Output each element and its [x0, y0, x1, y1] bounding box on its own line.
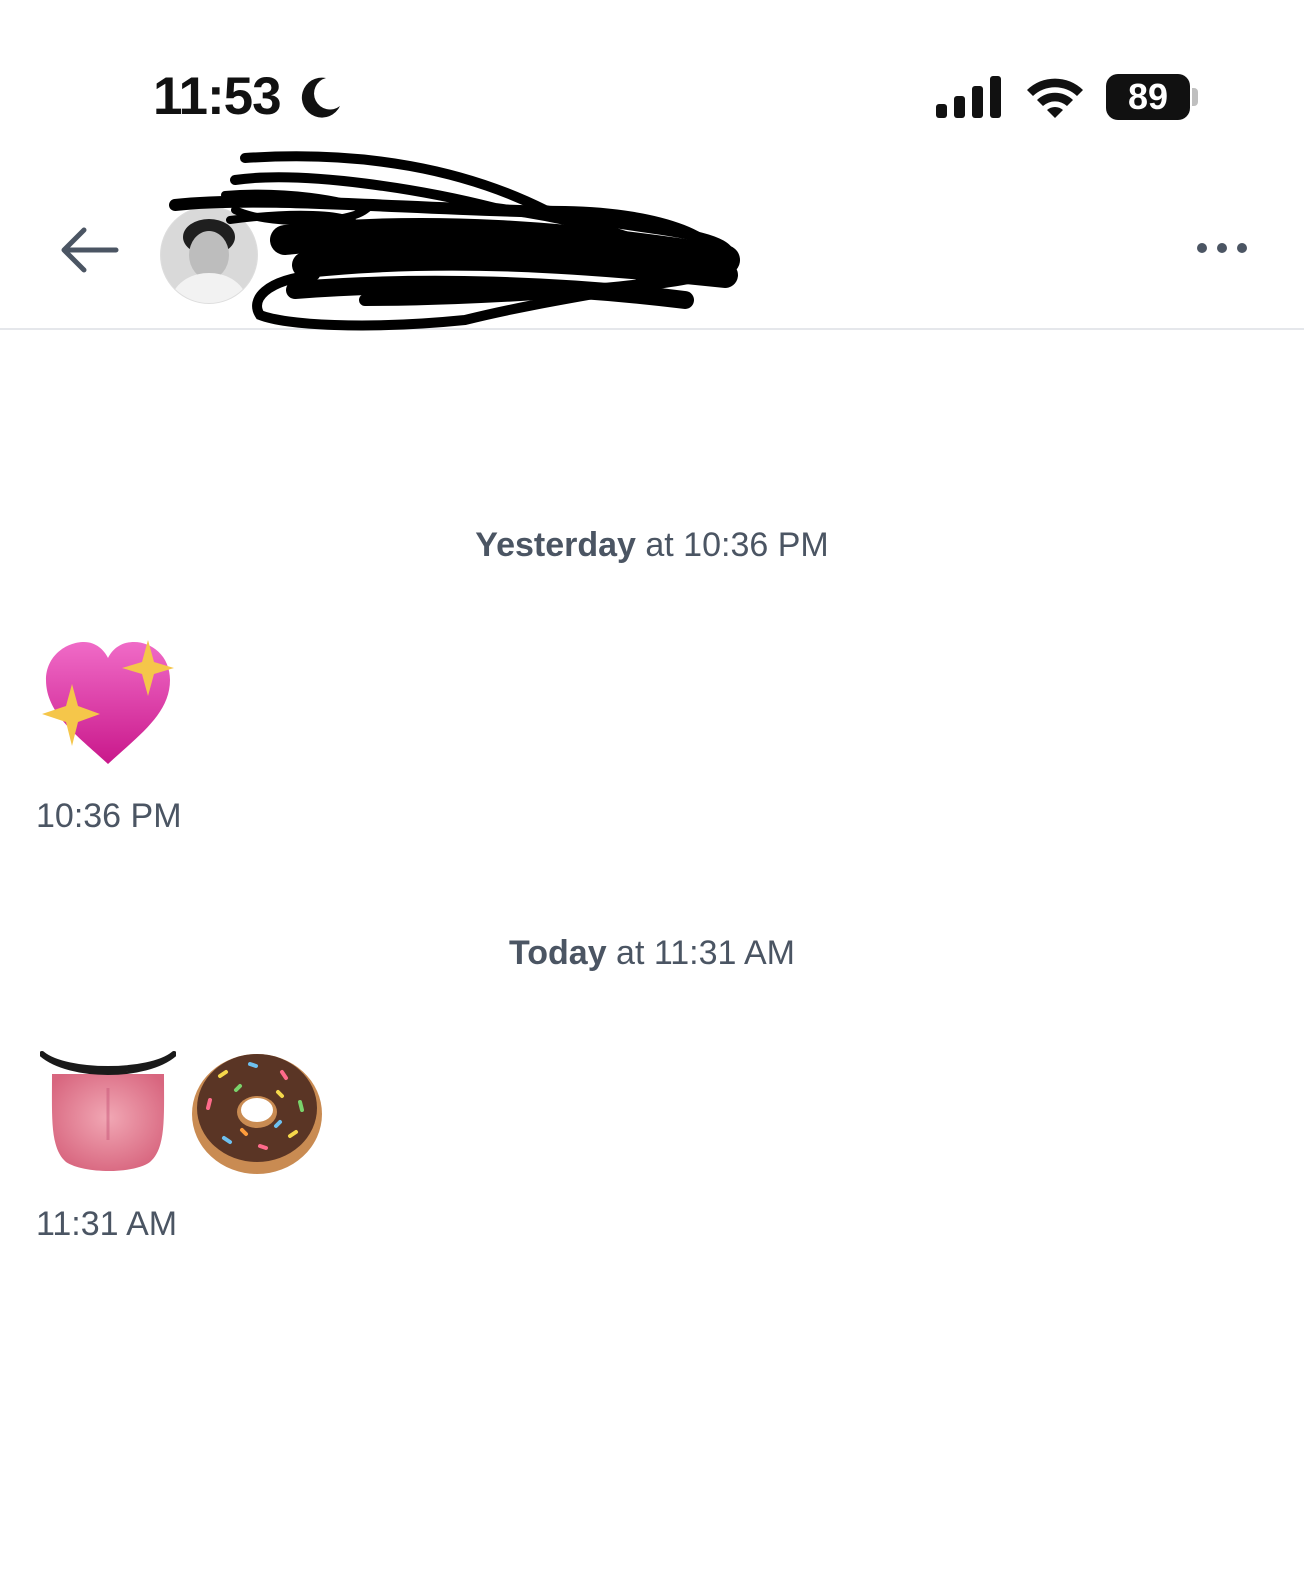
chat-header — [0, 150, 1304, 331]
sparkling-heart-emoji[interactable] — [38, 636, 178, 772]
battery-level: 89 — [1127, 76, 1169, 117]
ellipsis-icon[interactable] — [1196, 238, 1248, 258]
message-time: 11:31 AM — [36, 1205, 178, 1243]
date-divider-day: Yesterday — [475, 526, 636, 564]
date-divider-time: at 10:36 PM — [635, 526, 829, 564]
date-divider: Today at 11:31 AM — [0, 934, 1304, 973]
moon-icon — [301, 77, 340, 118]
date-divider-time: at 11:31 AM — [606, 934, 795, 972]
doughnut-emoji[interactable] — [190, 1046, 324, 1176]
arrow-left-icon[interactable] — [58, 225, 120, 275]
redaction-scribble — [169, 151, 740, 331]
battery-icon: 89 — [1106, 74, 1190, 120]
tongue-emoji[interactable] — [40, 1048, 176, 1172]
date-divider-day: Today — [509, 934, 607, 972]
battery-cap — [1192, 88, 1198, 106]
cellular-signal-icon — [936, 76, 1001, 118]
message-time: 10:36 PM — [36, 797, 182, 835]
wifi-icon — [1027, 78, 1083, 118]
status-time: 11:53 — [153, 67, 282, 126]
date-divider: Yesterday at 10:36 PM — [0, 526, 1304, 565]
